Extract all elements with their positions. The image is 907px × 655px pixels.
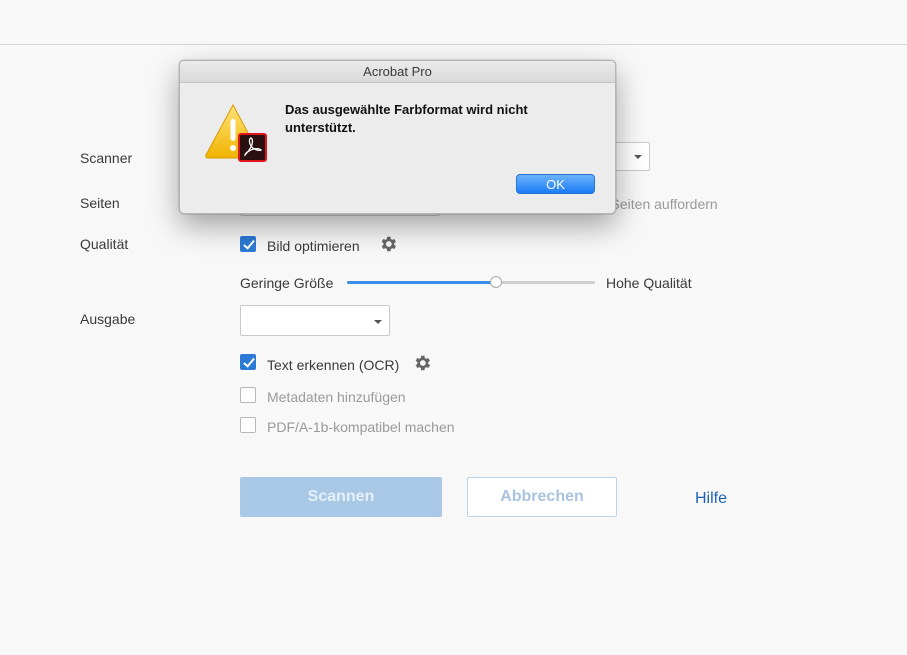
slider-fill	[347, 281, 496, 284]
metadata-label: Metadaten hinzufügen	[267, 389, 406, 405]
output-label: Ausgabe	[80, 311, 136, 327]
slider-max-label: Hohe Qualität	[606, 275, 692, 291]
quality-slider[interactable]	[347, 276, 595, 288]
pages-label: Seiten	[80, 195, 120, 211]
scanner-label: Scanner	[80, 150, 133, 166]
slider-min-label: Geringe Größe	[240, 275, 334, 291]
optimize-image-label: Bild optimieren	[267, 238, 360, 254]
output-select[interactable]	[240, 305, 390, 336]
chevron-down-icon	[374, 320, 382, 324]
quality-label: Qualität	[80, 236, 129, 252]
metadata-checkbox[interactable]	[240, 387, 256, 403]
ocr-label: Text erkennen (OCR)	[267, 357, 400, 373]
optimize-image-checkbox[interactable]	[240, 236, 256, 252]
help-link[interactable]: Hilfe	[695, 490, 727, 508]
chevron-down-icon	[634, 155, 642, 159]
pdfa-label: PDF/A-1b-kompatibel machen	[267, 419, 455, 435]
warning-acrobat-icon	[205, 103, 267, 162]
scan-button[interactable]: Scannen	[240, 477, 442, 517]
top-divider	[0, 44, 907, 45]
alert-dialog: Acrobat Pro Das ausgewählte Farbformat w…	[179, 60, 616, 214]
dialog-message: Das ausgewählte Farbformat wird nicht un…	[285, 102, 528, 135]
pages-prompt-text: r Seiten auffordern	[602, 196, 718, 212]
dialog-title: Acrobat Pro	[180, 61, 615, 83]
slider-thumb[interactable]	[489, 276, 502, 288]
gear-icon[interactable]	[378, 234, 398, 254]
cancel-button[interactable]: Abbrechen	[467, 477, 617, 517]
ocr-checkbox[interactable]	[240, 354, 256, 370]
pdfa-checkbox[interactable]	[240, 417, 256, 433]
ok-button[interactable]: OK	[516, 174, 595, 194]
gear-icon[interactable]	[412, 353, 432, 373]
